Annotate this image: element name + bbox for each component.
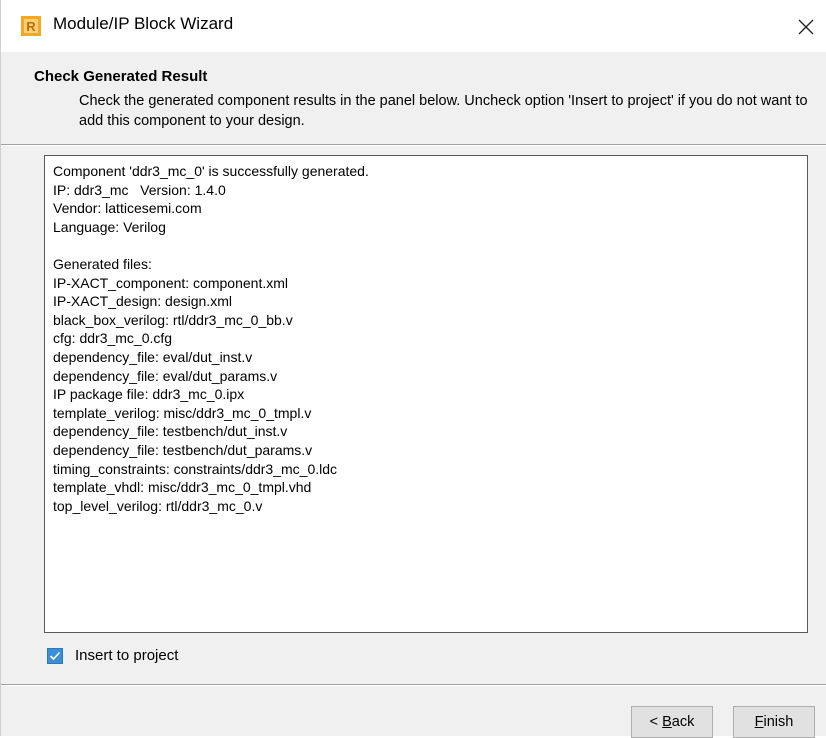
result-line: cfg: ddr3_mc_0.cfg [53,330,173,347]
result-line: timing_constraints: constraints/ddr3_mc_… [53,460,338,477]
window-title: Module/IP Block Wizard [53,14,234,33]
result-line: dependency_file: eval/dut_params.v [53,367,278,384]
finish-mnemonic: F [754,714,764,730]
insert-to-project-label: Insert to project [75,647,179,664]
insert-to-project-checkbox[interactable] [47,648,63,664]
result-line: IP package file: ddr3_mc_0.ipx [53,386,245,403]
result-line: Generated files: [53,255,152,272]
result-line: template_verilog: misc/ddr3_mc_0_tmpl.v [53,404,312,421]
finish-label-rest: inish [763,714,794,730]
finish-button[interactable]: Finish [733,706,815,738]
result-line: Component 'ddr3_mc_0' is successfully ge… [53,163,369,179]
close-icon [787,19,826,48]
svg-text:R: R [26,19,36,34]
result-line: template_vhdl: misc/ddr3_mc_0_tmpl.vhd [53,479,312,496]
check-icon [49,651,61,661]
result-line: top_level_verilog: rtl/ddr3_mc_0.v [53,497,263,514]
app-icon: R [21,16,41,36]
result-line: IP-XACT_design: design.xml [53,293,232,310]
wizard-window: R Module/IP Block Wizard Check Generated… [0,0,826,738]
header-divider [1,144,826,146]
result-line: Language: Verilog [53,218,166,235]
back-label-rest: ack [671,714,695,730]
result-line [53,236,799,255]
page-title: Check Generated Result [34,68,208,85]
back-prefix: < [649,714,663,730]
back-mnemonic: B [662,714,672,730]
page-description: Check the generated component results in… [79,93,808,129]
title-bar: R Module/IP Block Wizard [1,0,826,52]
wizard-header: Check Generated Result Check the generat… [1,52,826,144]
close-button[interactable] [787,8,826,44]
footer-divider [1,684,826,686]
generated-result-panel[interactable]: Component 'ddr3_mc_0' is successfully ge… [44,155,808,633]
result-line: Vendor: latticesemi.com [53,200,202,217]
result-line: black_box_verilog: rtl/ddr3_mc_0_bb.v [53,311,293,328]
result-line: dependency_file: eval/dut_inst.v [53,348,253,365]
result-line: dependency_file: testbench/dut_params.v [53,441,313,458]
back-button[interactable]: < Back [631,706,713,738]
result-line: IP-XACT_component: component.xml [53,274,288,291]
result-text: Component 'ddr3_mc_0' is successfully ge… [53,162,799,515]
result-line: dependency_file: testbench/dut_inst.v [53,423,288,440]
result-line: IP: ddr3_mc Version: 1.4.0 [53,181,226,198]
